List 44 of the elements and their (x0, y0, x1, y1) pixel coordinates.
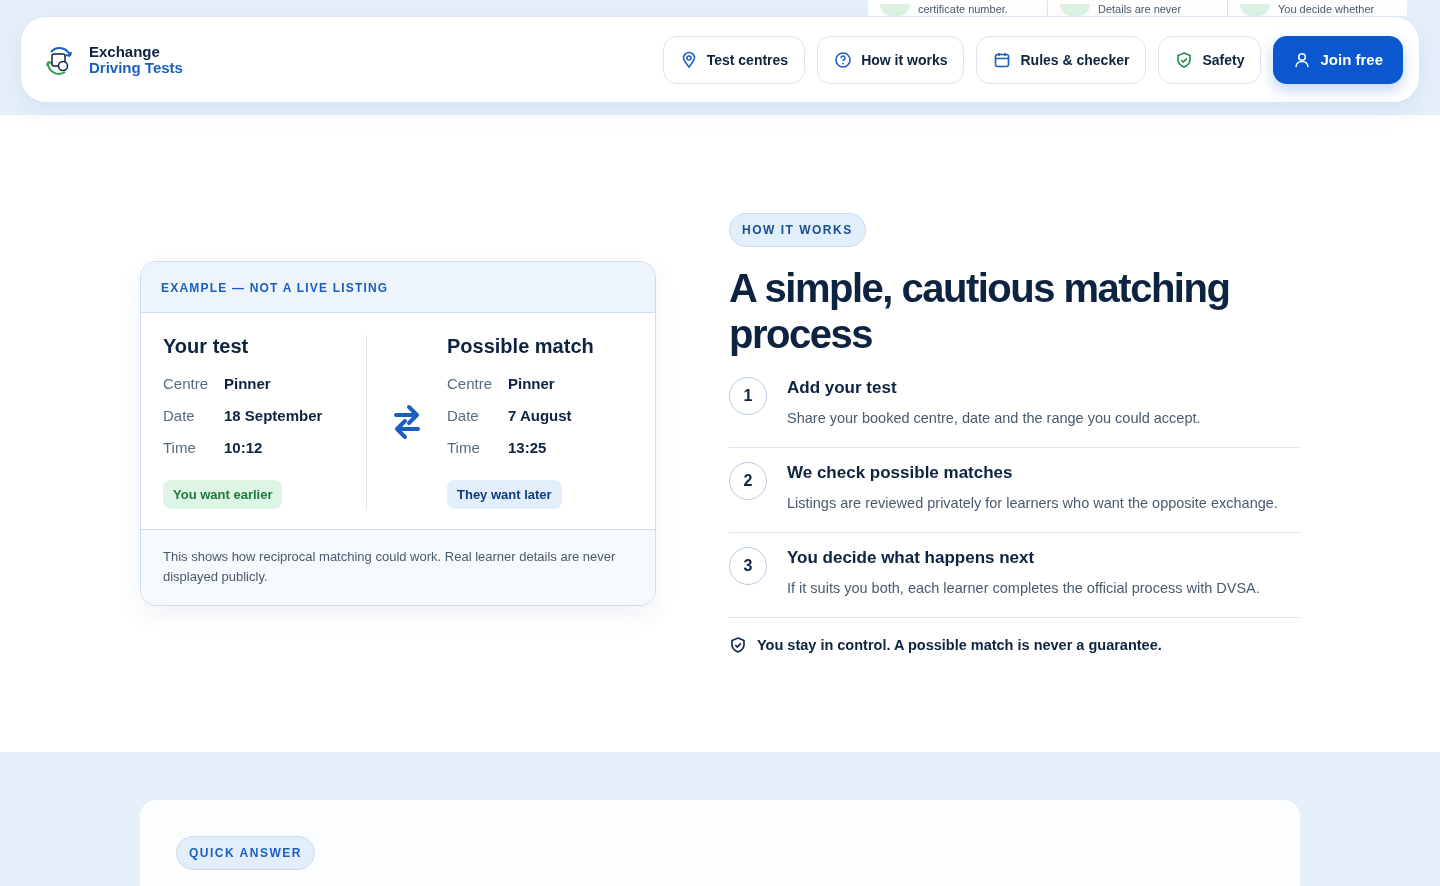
field-label: Date (163, 406, 196, 426)
reassurance-text: You stay in control. A possible match is never a guarantee. (757, 637, 1162, 653)
field-value: Pinner (224, 374, 272, 394)
swap-arrows-icon (393, 402, 421, 442)
step-title: You decide what happens next (787, 547, 1036, 569)
step-description: If it suits you both, each learner completes the official process with DVSA. (787, 579, 1260, 598)
section-badge: HOW IT WORKS (729, 213, 866, 247)
feature-text: You decide whether (1278, 2, 1375, 16)
step-description: Share your booked centre, date and the range you could accept. (787, 409, 1201, 428)
step-description: Listings are reviewed privately for learners who want the opposite exchange. (787, 494, 1278, 513)
field-value: 10:12 (224, 438, 264, 458)
user-icon (1293, 50, 1312, 69)
field-value: 18 September (224, 406, 324, 426)
nav-button[interactable]: How it works (817, 35, 965, 84)
join-button[interactable]: Join free (1273, 35, 1403, 84)
field-label: Time (447, 438, 481, 458)
field-value: 7 August (508, 406, 573, 426)
brand-name[interactable]: Driving Tests (89, 59, 183, 76)
section-title: A simple, cautious matching process (729, 265, 1231, 357)
field-label: Date (447, 406, 480, 426)
nav-button[interactable]: Test centres (662, 35, 806, 84)
field-label: Centre (163, 374, 210, 394)
shield-check-icon (1175, 50, 1194, 69)
step-title: We check possible matches (787, 462, 1014, 484)
preference-tag: They want later (447, 480, 562, 509)
brand-name[interactable]: Exchange (89, 43, 183, 60)
calendar-icon (993, 50, 1012, 69)
side-title: Your test (163, 335, 250, 358)
example-label: EXAMPLE — NOT A LIVE LISTING (161, 281, 389, 295)
field-label: Centre (447, 374, 494, 394)
field-label: Time (163, 438, 197, 458)
feature-text: Details are never (1098, 2, 1182, 16)
field-value: 13:25 (508, 438, 548, 458)
card-note: This shows how reciprocal matching could work. Real learner details are never displayed publicly. (163, 548, 617, 586)
nav-button[interactable]: Safety (1158, 35, 1262, 84)
feature-text: certificate number. (918, 2, 1008, 16)
shield-check-icon (729, 636, 747, 654)
step-title: Add your test (787, 377, 898, 399)
preference-tag: You want earlier (163, 480, 283, 509)
nav-button[interactable]: Rules & checker (976, 35, 1147, 84)
help-icon (834, 50, 853, 69)
field-value: Pinner (508, 374, 556, 394)
section-badge: QUICK ANSWER (176, 836, 315, 870)
side-title: Possible match (447, 335, 594, 358)
